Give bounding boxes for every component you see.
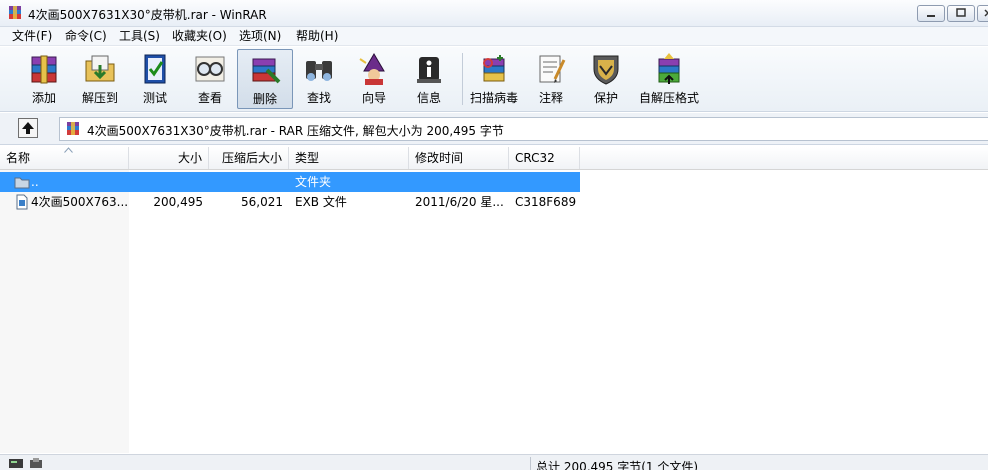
delete-button[interactable]: 删除 [237, 49, 293, 109]
view-label: 查看 [197, 91, 222, 105]
test-button[interactable]: 测试 [127, 49, 183, 109]
folder-extract-icon [85, 55, 115, 82]
sfx-label: 自解压格式 [638, 91, 699, 105]
info-icon [417, 57, 441, 83]
column-size[interactable]: 大小 [129, 147, 209, 169]
menu-tools[interactable]: 工具(S) [113, 28, 166, 45]
wizard-icon [359, 53, 385, 85]
close-button[interactable] [977, 5, 988, 22]
winrar-app-icon [9, 6, 21, 19]
cell-packed: 56,021 [241, 195, 283, 209]
status-separator [530, 457, 531, 470]
title-bar[interactable]: 4次画500X7631X30°皮带机.rar - WinRAR [0, 0, 988, 27]
cell-name: .. [31, 175, 39, 189]
window-title: 4次画500X7631X30°皮带机.rar - WinRAR [28, 8, 267, 22]
cell-modified [415, 172, 507, 192]
column-crc[interactable]: CRC32 [509, 147, 580, 169]
toolbar: 添加 解压到 测试 查看 删除 查找 向导 信息 扫描病毒 注释 保护 自解压格… [0, 47, 988, 112]
scan-virus-icon [483, 55, 505, 82]
status-bar: 总计 200,495 字节(1 个文件) [0, 454, 988, 470]
rar-archive-icon [67, 122, 79, 135]
address-text: 4次画500X7631X30°皮带机.rar - RAR 压缩文件, 解包大小为… [87, 124, 504, 138]
info-label: 信息 [416, 91, 441, 105]
maximize-icon [956, 8, 966, 17]
column-modified-label: 修改时间 [415, 151, 464, 165]
find-label: 查找 [306, 91, 331, 105]
sort-ascending-icon [64, 147, 73, 153]
close-icon [983, 9, 988, 17]
menu-help[interactable]: 帮助(H) [290, 28, 344, 45]
table-row[interactable]: 4次画500X763... 200,495 56,021 EXB 文件 2011… [0, 192, 580, 212]
test-check-icon [144, 54, 166, 84]
cell-type: 文件夹 [295, 175, 332, 189]
up-arrow-icon [22, 122, 34, 134]
delete-label: 删除 [252, 92, 277, 106]
protect-button[interactable]: 保护 [578, 49, 634, 109]
add-button[interactable]: 添加 [16, 49, 72, 109]
menu-favorites[interactable]: 收藏夹(O) [166, 28, 233, 45]
list-header: 名称 大小 压缩后大小 类型 修改时间 CRC32 [0, 147, 988, 170]
menu-options[interactable]: 选项(N) [233, 28, 287, 45]
cell-crc: C318F689 [515, 195, 577, 209]
column-crc-label: CRC32 [515, 151, 555, 165]
menu-file[interactable]: 文件(F) [6, 28, 58, 45]
scan-virus-label: 扫描病毒 [469, 91, 518, 105]
add-label: 添加 [31, 91, 56, 105]
column-modified[interactable]: 修改时间 [409, 147, 509, 169]
comment-label: 注释 [538, 91, 563, 105]
info-button[interactable]: 信息 [401, 49, 457, 109]
protect-label: 保护 [593, 91, 618, 105]
up-folder-button[interactable] [18, 118, 38, 138]
protect-shield-icon [593, 55, 619, 85]
column-type[interactable]: 类型 [289, 147, 409, 169]
drive-icon [9, 459, 23, 468]
minimize-icon [927, 15, 935, 17]
test-label: 测试 [142, 91, 167, 105]
binoculars-icon [306, 61, 332, 81]
cell-crc [515, 172, 579, 192]
column-packed-label: 压缩后大小 [221, 151, 282, 165]
comment-button[interactable]: 注释 [523, 49, 579, 109]
file-icon [16, 194, 28, 210]
cell-modified: 2011/6/20 星... [415, 195, 504, 209]
toolbar-separator [462, 53, 463, 105]
column-name-label: 名称 [6, 151, 31, 165]
wizard-button[interactable]: 向导 [346, 49, 402, 109]
view-button[interactable]: 查看 [182, 49, 238, 109]
books-add-icon [31, 55, 57, 84]
cell-size: 200,495 [153, 195, 203, 209]
extract-to-button[interactable]: 解压到 [72, 49, 128, 109]
sfx-button[interactable]: 自解压格式 [634, 49, 704, 109]
find-button[interactable]: 查找 [291, 49, 347, 109]
extract-to-label: 解压到 [81, 91, 118, 105]
column-size-label: 大小 [177, 151, 202, 165]
status-text: 总计 200,495 字节(1 个文件) [536, 460, 699, 470]
comment-icon [539, 55, 566, 83]
address-bar: 4次画500X7631X30°皮带机.rar - RAR 压缩文件, 解包大小为… [0, 113, 988, 145]
delete-icon [252, 58, 281, 84]
key-icon [30, 458, 42, 468]
folder-up-icon [14, 177, 30, 189]
cell-size [129, 172, 203, 192]
winrar-window: 4次画500X7631X30°皮带机.rar - WinRAR 文件(F) 命令… [0, 0, 988, 470]
column-packed[interactable]: 压缩后大小 [209, 147, 289, 169]
view-glasses-icon [195, 56, 225, 82]
sfx-icon [658, 53, 680, 84]
address-field[interactable]: 4次画500X7631X30°皮带机.rar - RAR 压缩文件, 解包大小为… [59, 117, 988, 141]
cell-name: 4次画500X763... [31, 195, 127, 209]
menu-bar: 文件(F) 命令(C) 工具(S) 收藏夹(O) 选项(N) 帮助(H) [0, 27, 988, 46]
wizard-label: 向导 [361, 91, 386, 105]
maximize-button[interactable] [947, 5, 975, 22]
table-row[interactable]: .. 文件夹 [0, 172, 580, 192]
minimize-button[interactable] [917, 5, 945, 22]
cell-type: EXB 文件 [295, 195, 347, 209]
menu-commands[interactable]: 命令(C) [59, 28, 113, 45]
file-list[interactable]: 名称 大小 压缩后大小 类型 修改时间 CRC32 .. 文件夹 4次画500X… [0, 147, 988, 453]
column-type-label: 类型 [295, 151, 320, 165]
scan-virus-button[interactable]: 扫描病毒 [466, 49, 522, 109]
column-name[interactable]: 名称 [0, 147, 129, 169]
cell-packed [209, 172, 283, 192]
